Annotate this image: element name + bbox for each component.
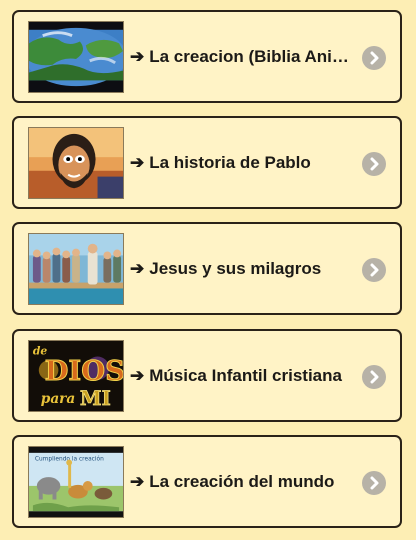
arrow-right-icon: ➔ <box>130 153 145 172</box>
chevron-right-icon[interactable] <box>362 46 386 70</box>
earth-globe-image <box>28 21 124 93</box>
list-item[interactable]: ➔ La historia de Pablo <box>12 116 402 209</box>
item-label: Música Infantil cristiana <box>149 366 342 385</box>
chevron-right-icon[interactable] <box>362 258 386 282</box>
chevron-right-icon[interactable] <box>362 152 386 176</box>
item-label: Jesus y sus milagros <box>149 259 322 278</box>
item-title: ➔ Música Infantil cristiana <box>130 365 358 387</box>
arrow-right-icon: ➔ <box>130 259 145 278</box>
item-title: ➔ Jesus y sus milagros <box>130 258 358 280</box>
crowd-scene-image <box>28 233 124 305</box>
item-label: La historia de Pablo <box>149 153 311 172</box>
list-item[interactable]: Cumpliendo la creación ➔ La creación del … <box>12 435 402 528</box>
item-title: ➔ La historia de Pablo <box>130 152 358 174</box>
svg-text:DIOS: DIOS <box>45 355 123 387</box>
list-item[interactable]: ➔La creacion (Biblia Animada) <box>12 10 402 103</box>
cartoon-man-image <box>28 127 124 199</box>
item-title: ➔La creacion (Biblia Animada) <box>130 46 358 68</box>
item-label: La creacion (Biblia Animada) <box>149 47 358 66</box>
arrow-right-icon: ➔ <box>130 47 145 66</box>
list-item[interactable]: de DIOS para MI ➔ Música Infantil cristia… <box>12 329 402 422</box>
arrow-right-icon: ➔ <box>130 366 145 385</box>
de-dios-para-mi-logo: de DIOS para MI <box>28 340 124 412</box>
svg-text:MI: MI <box>80 387 111 410</box>
list-item[interactable]: ➔ Jesus y sus milagros <box>12 222 402 315</box>
item-title: ➔ La creación del mundo <box>130 471 358 493</box>
animals-creation-image: Cumpliendo la creación <box>28 446 124 518</box>
video-list: ➔La creacion (Biblia Animada) <box>0 0 416 540</box>
chevron-right-icon[interactable] <box>362 365 386 389</box>
chevron-right-icon[interactable] <box>362 471 386 495</box>
svg-text:para: para <box>41 391 76 407</box>
item-label: La creación del mundo <box>149 472 335 491</box>
arrow-right-icon: ➔ <box>130 472 145 491</box>
